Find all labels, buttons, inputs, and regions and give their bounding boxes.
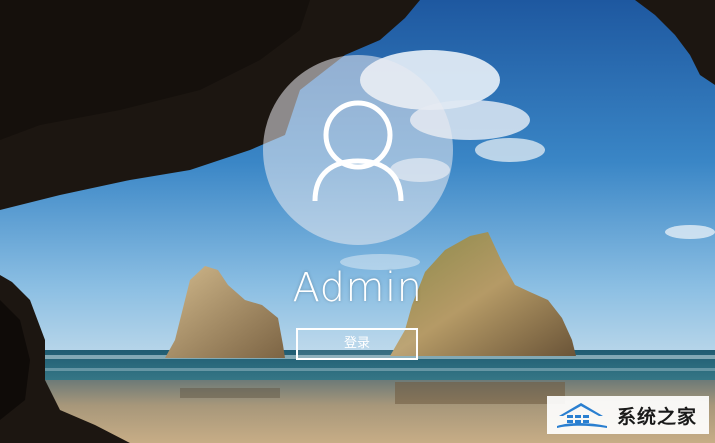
user-silhouette-icon — [312, 100, 404, 202]
sign-in-button[interactable]: 登录 — [296, 328, 418, 360]
house-logo-icon — [557, 403, 607, 428]
watermark-text: 系统之家 — [617, 405, 698, 428]
lock-screen: Admin 登录 系统之家 — [0, 0, 715, 443]
account-username: Admin — [292, 265, 423, 311]
user-avatar — [263, 55, 453, 245]
site-watermark: 系统之家 — [547, 396, 709, 434]
